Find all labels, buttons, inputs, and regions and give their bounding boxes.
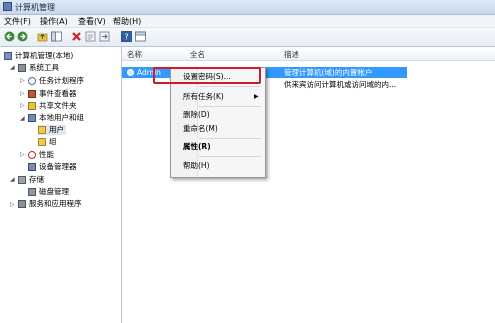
menu-item-rename[interactable]: 重命名(M) [183,123,263,135]
title-bar: 计算机管理 [0,0,495,15]
expand-arrow-icon[interactable]: ▷ [20,102,25,109]
tools-icon [18,64,26,72]
tree-node-device-manager[interactable]: 设备管理器 [28,162,77,172]
window-title: 计算机管理 [15,3,55,12]
forward-arrow-icon[interactable] [17,31,28,42]
column-header-description[interactable]: 描述 [284,49,299,60]
users-group-icon [28,114,36,122]
tree-node-root[interactable]: 计算机管理(本地) [4,51,73,61]
folder-icon [38,126,46,134]
tree-label-system-tools: 系统工具 [29,63,59,72]
tree-node-disk-management[interactable]: 磁盘管理 [28,187,69,197]
expand-arrow-icon[interactable]: ▷ [20,151,25,158]
tree-node-users[interactable]: 用户 [38,125,66,135]
tree-label-services-apps: 服务和应用程序 [29,199,82,208]
disk-icon [28,188,36,196]
storage-icon [18,176,26,184]
tree-node-groups[interactable]: 组 [38,137,57,147]
menu-item-delete[interactable]: 删除(D) [183,109,263,121]
menu-item-all-tasks[interactable]: 所有任务(K) ▶ [183,91,263,103]
back-arrow-icon[interactable] [4,31,15,42]
collapse-arrow-icon[interactable]: ◢ [10,64,15,71]
device-manager-icon [28,163,36,171]
menu-item-properties[interactable]: 属性(R) [183,141,263,153]
highlight-box [153,67,261,84]
menu-separator [199,138,261,139]
submenu-arrow-icon: ▶ [254,93,259,100]
help-icon[interactable]: ? [121,31,132,42]
navigation-tree: 计算机管理(本地) ◢ 系统工具 ▷ 任务计划程序 ▷ 事件查看器 ▷ 共享文件… [0,47,122,323]
show-hide-tree-icon[interactable] [51,31,62,42]
menu-help[interactable]: 帮助(H) [113,16,141,27]
svg-text:?: ? [124,33,128,42]
tree-node-event-viewer[interactable]: 事件查看器 [28,89,77,99]
list-header: 名称 全名 描述 [122,47,495,61]
menu-separator [199,86,261,87]
tree-label-shared-folders: 共享文件夹 [39,101,77,110]
tree-label-device-manager: 设备管理器 [39,162,77,171]
tree-label-local-users-groups: 本地用户和组 [39,113,84,122]
tree-label-users: 用户 [49,125,64,134]
event-viewer-icon [28,90,36,98]
row-description: 管理计算机(域)的内置帐户 [284,68,373,77]
properties-icon[interactable] [85,31,96,42]
tree-node-task-scheduler[interactable]: 任务计划程序 [28,76,84,86]
column-header-name[interactable]: 名称 [127,49,142,60]
tree-label-groups: 组 [49,137,57,146]
expand-arrow-icon[interactable]: ▷ [20,77,25,84]
clock-icon [28,77,36,85]
menu-item-all-tasks-label: 所有任务(K) [183,92,224,101]
toolbar: ? [0,28,495,47]
menu-separator [199,106,261,107]
tree-label-performance: 性能 [39,150,54,159]
delete-icon[interactable] [71,31,82,42]
user-icon [127,69,134,76]
computer-icon [4,52,12,60]
view-pane-icon[interactable] [135,31,146,42]
folder-icon [38,138,46,146]
tree-node-system-tools[interactable]: 系统工具 [18,63,59,73]
menu-separator [199,156,261,157]
menu-bar: 文件(F) 操作(A) 查看(V) 帮助(H) [0,15,495,28]
tree-node-performance[interactable]: 性能 [28,150,54,160]
tree-label-task-scheduler: 任务计划程序 [39,76,84,85]
menu-item-help[interactable]: 帮助(H) [183,160,263,172]
row-description: 供来宾访问计算机或访问域的内... [284,80,397,89]
services-icon [18,200,26,208]
computer-management-icon [3,2,12,11]
menu-action[interactable]: 操作(A) [40,16,68,27]
menu-file[interactable]: 文件(F) [4,16,31,27]
tree-label-storage: 存储 [29,175,44,184]
tree-node-local-users-groups[interactable]: 本地用户和组 [28,113,84,123]
expand-arrow-icon[interactable]: ▷ [10,201,15,208]
collapse-arrow-icon[interactable]: ◢ [20,115,25,122]
up-folder-icon[interactable] [37,31,48,42]
expand-arrow-icon[interactable]: ▷ [20,90,25,97]
shared-folder-icon [28,102,36,110]
tree-node-services-apps[interactable]: 服务和应用程序 [18,199,82,209]
tree-node-storage[interactable]: 存储 [18,175,44,185]
collapse-arrow-icon[interactable]: ◢ [10,176,15,183]
performance-icon [28,151,36,159]
tree-label-disk-management: 磁盘管理 [39,187,69,196]
tree-label-event-viewer: 事件查看器 [39,89,77,98]
column-header-fullname[interactable]: 全名 [190,49,205,60]
menu-view[interactable]: 查看(V) [78,16,106,27]
tree-node-shared-folders[interactable]: 共享文件夹 [28,101,77,111]
export-list-icon[interactable] [99,31,110,42]
tree-label-root: 计算机管理(本地) [15,51,74,60]
